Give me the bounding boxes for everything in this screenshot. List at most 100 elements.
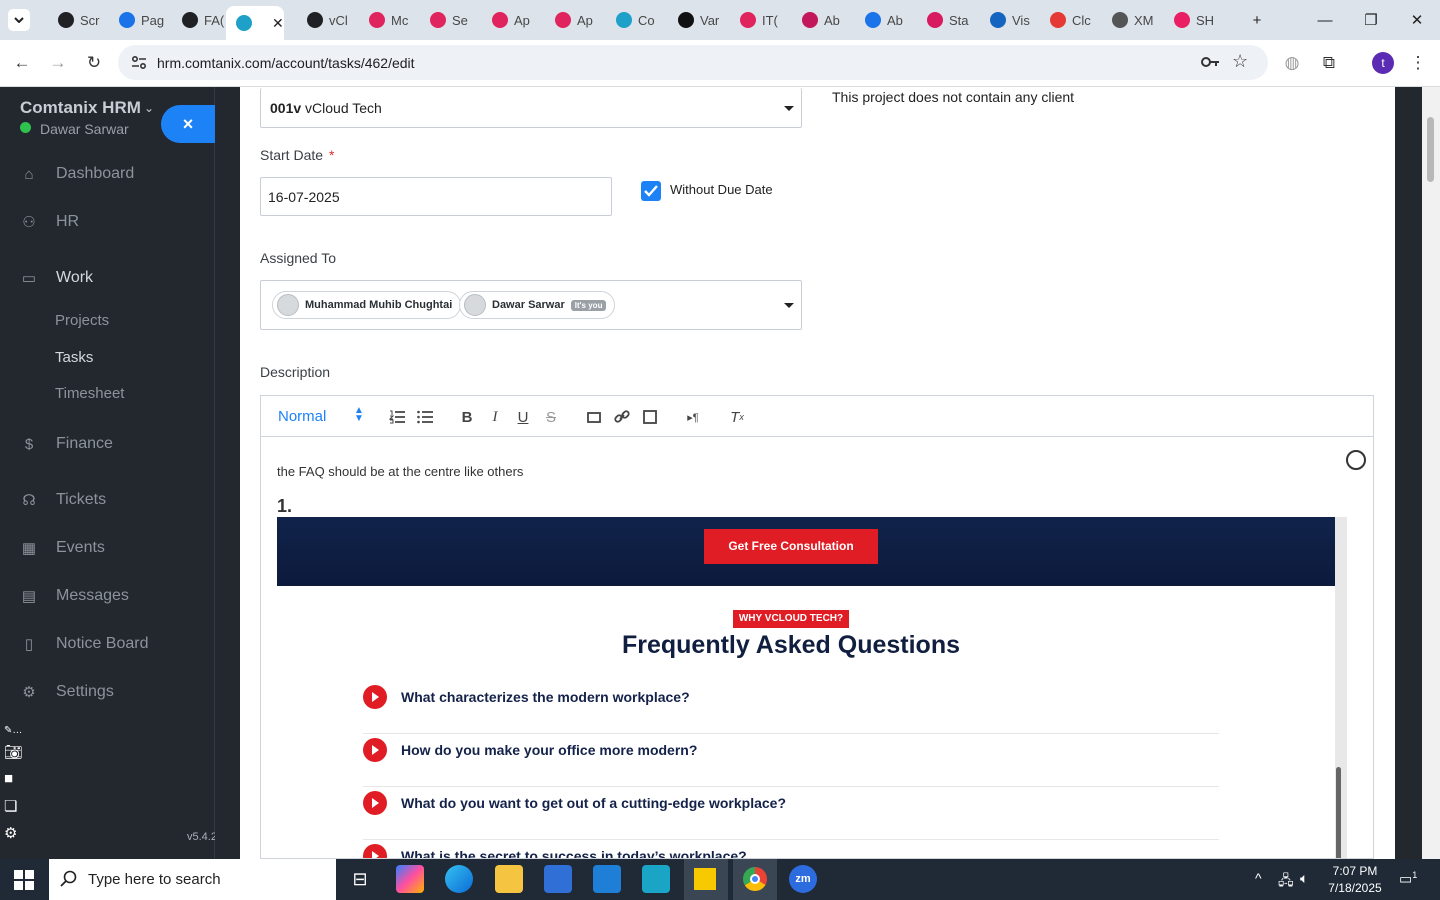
translate-icon[interactable]: ◍	[1281, 52, 1303, 74]
without-due-date-label[interactable]: Without Due Date	[670, 182, 773, 197]
active-browser-tab[interactable]: ✕	[226, 6, 284, 40]
assignee-chip[interactable]: Muhammad Muhib Chughtai	[272, 291, 462, 319]
app-icon[interactable]	[642, 865, 670, 893]
nav-tickets[interactable]: ☊ Tickets	[0, 488, 215, 512]
nav-work[interactable]: ▭ Work	[0, 266, 215, 290]
nav-tasks[interactable]: Tasks	[55, 349, 93, 366]
volume-icon[interactable]: 🔈︎	[1300, 870, 1308, 887]
store-icon[interactable]	[544, 865, 572, 893]
address-bar[interactable]: hrm.comtanix.com/account/tasks/462/edit …	[118, 45, 1268, 80]
page-scrollbar[interactable]	[1422, 87, 1440, 859]
chrome-icon[interactable]	[733, 859, 777, 900]
browser-tab[interactable]: Var	[668, 8, 719, 32]
nav-projects[interactable]: Projects	[55, 312, 109, 329]
start-date-input[interactable]: 16-07-2025	[260, 177, 612, 216]
settings-tool-icon[interactable]: ⚙	[4, 824, 17, 842]
forward-button[interactable]: →	[47, 52, 69, 74]
browser-tab[interactable]: Se	[420, 8, 468, 32]
maximize-button[interactable]: ❐	[1348, 8, 1394, 32]
scrollbar-thumb[interactable]	[1427, 117, 1434, 182]
browser-tab[interactable]: Scr	[48, 8, 100, 32]
browser-tab[interactable]: Ap	[482, 8, 530, 32]
window-icon[interactable]: ❏	[4, 797, 17, 815]
browser-tab[interactable]: FA(	[172, 8, 224, 32]
editor-scrollbar[interactable]	[1336, 767, 1341, 858]
nav-timesheet[interactable]: Timesheet	[55, 385, 124, 402]
copilot-icon[interactable]	[396, 865, 424, 893]
text-direction-icon[interactable]: ▸¶	[683, 408, 703, 426]
bookmark-star-icon[interactable]: ☆	[1232, 51, 1248, 72]
camera-icon[interactable]: 📷︎	[4, 743, 23, 761]
nav-settings[interactable]: ⚙ Settings	[0, 680, 215, 704]
browser-tab[interactable]: Ab	[855, 8, 903, 32]
image-icon[interactable]	[640, 408, 660, 426]
tray-chevron-icon[interactable]: ^	[1255, 870, 1262, 886]
minimize-button[interactable]: —	[1302, 8, 1348, 32]
taskbar-clock[interactable]: 7:07 PM 7/18/2025	[1322, 863, 1388, 897]
network-icon[interactable]: 🖧︎	[1278, 870, 1294, 894]
editor-text[interactable]: the FAQ should be at the centre like oth…	[277, 464, 523, 479]
site-info-icon[interactable]	[130, 54, 148, 72]
ordered-list-icon[interactable]	[387, 408, 407, 426]
browser-tab[interactable]: XM	[1102, 8, 1154, 32]
tab-favicon	[492, 12, 508, 28]
nav-messages[interactable]: ▤ Messages	[0, 584, 215, 608]
video-icon[interactable]: ■	[4, 770, 13, 787]
underline-icon[interactable]: U	[513, 408, 533, 426]
blockquote-icon[interactable]	[584, 408, 604, 426]
browser-tab[interactable]: vCl	[297, 8, 348, 32]
zoom-icon[interactable]: zm	[789, 865, 817, 893]
edge-icon[interactable]	[445, 865, 473, 893]
browser-menu-icon[interactable]: ⋮	[1407, 52, 1429, 74]
nav-notice-board[interactable]: ▯ Notice Board	[0, 632, 215, 656]
task-view-icon[interactable]: ⊟	[346, 865, 374, 893]
back-button[interactable]: ←	[11, 52, 33, 74]
tab-search-button[interactable]	[8, 9, 30, 31]
without-due-date-checkbox[interactable]	[641, 181, 661, 201]
close-sidebar-button[interactable]: ×	[161, 105, 215, 143]
notifications-icon[interactable]: ▭1	[1399, 870, 1417, 888]
browser-tab[interactable]: Vis	[980, 8, 1030, 32]
project-select[interactable]: 001v vCloud Tech	[260, 88, 802, 128]
brand-name[interactable]: Comtanix HRM	[20, 98, 141, 118]
bullet-list-icon[interactable]	[415, 408, 435, 426]
browser-tab[interactable]: SH	[1164, 8, 1214, 32]
grammar-assistant-icon[interactable]	[1346, 450, 1366, 470]
assignee-chip[interactable]: Dawar Sarwar It's you	[459, 291, 616, 319]
new-tab-button[interactable]: +	[1234, 8, 1280, 32]
editor-content[interactable]: the FAQ should be at the centre like oth…	[260, 436, 1374, 859]
sticky-notes-icon[interactable]	[684, 859, 728, 900]
windows-start-icon[interactable]	[14, 870, 34, 890]
browser-tab[interactable]: Sta	[917, 8, 969, 32]
browser-tab[interactable]: Mc	[359, 8, 408, 32]
italic-icon[interactable]: I	[485, 408, 505, 426]
format-select[interactable]: Normal	[278, 408, 326, 425]
clear-format-icon[interactable]: Tx	[727, 408, 747, 426]
browser-tab[interactable]: Ab	[792, 8, 840, 32]
format-select-arrows-icon[interactable]: ▲ ▼	[354, 406, 364, 424]
nav-finance[interactable]: $ Finance	[0, 432, 215, 456]
close-window-button[interactable]: ✕	[1394, 8, 1440, 32]
profile-avatar[interactable]: t	[1372, 52, 1394, 74]
assignee-select[interactable]: Muhammad Muhib Chughtai Dawar Sarwar It'…	[260, 280, 802, 330]
nav-events[interactable]: ▦ Events	[0, 536, 215, 560]
mail-icon[interactable]	[593, 865, 621, 893]
chevron-down-icon[interactable]: ⌄	[144, 101, 154, 115]
nav-hr[interactable]: ⚇ HR	[0, 210, 215, 234]
pen-tool-icon[interactable]: ✎…	[4, 725, 22, 736]
browser-tab[interactable]: Clc	[1040, 8, 1091, 32]
browser-tab[interactable]: Pag	[109, 8, 164, 32]
password-key-icon[interactable]	[1200, 55, 1220, 69]
strike-icon[interactable]: S	[541, 408, 561, 426]
reload-button[interactable]: ↻	[83, 52, 105, 74]
browser-tab[interactable]: IT(	[730, 8, 778, 32]
taskbar-search[interactable]: Type here to search	[49, 859, 336, 900]
extensions-icon[interactable]: ⧉	[1318, 52, 1340, 74]
link-icon[interactable]	[612, 408, 632, 426]
file-explorer-icon[interactable]	[495, 865, 523, 893]
close-tab-icon[interactable]: ✕	[272, 15, 284, 32]
bold-icon[interactable]: B	[457, 408, 477, 426]
nav-dashboard[interactable]: ⌂ Dashboard	[0, 162, 215, 186]
browser-tab[interactable]: Co	[606, 8, 655, 32]
browser-tab[interactable]: Ap	[545, 8, 593, 32]
